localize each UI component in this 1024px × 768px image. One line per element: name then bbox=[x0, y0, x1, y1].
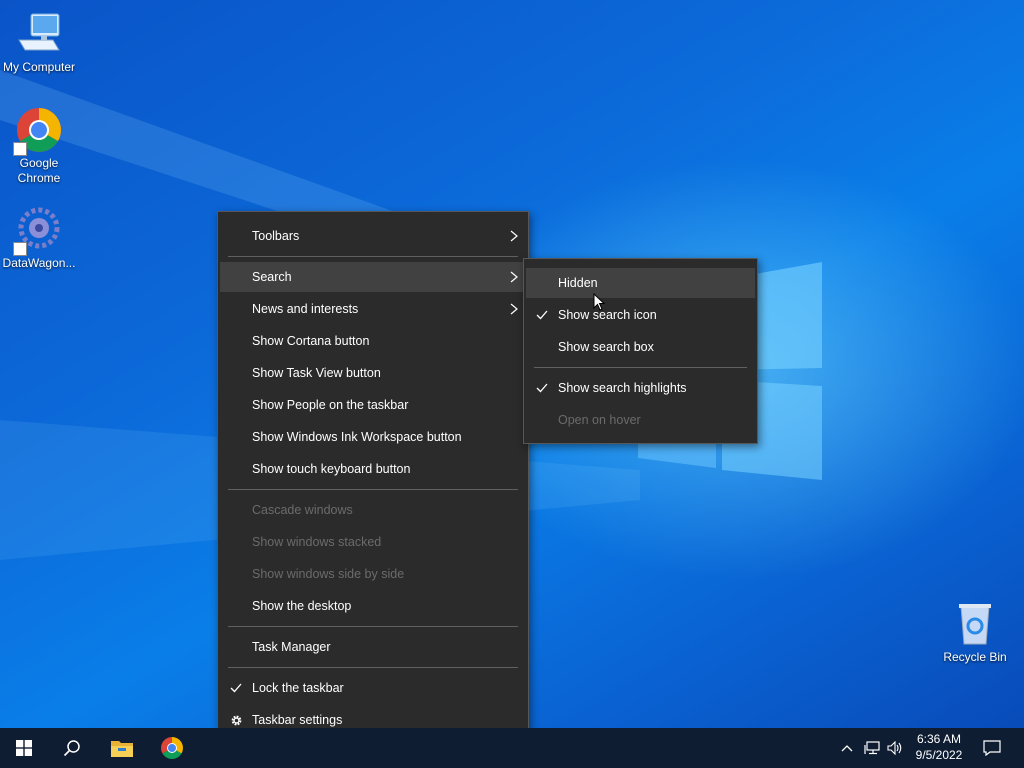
submenu-item-show-search-highlights[interactable]: Show search highlights bbox=[526, 373, 755, 403]
shortcut-arrow-icon bbox=[13, 142, 27, 156]
submenu-separator bbox=[534, 367, 747, 368]
submenu-item-label: Open on hover bbox=[558, 413, 641, 427]
submenu-item-label: Show search highlights bbox=[558, 381, 687, 395]
menu-item-label: Show People on the taskbar bbox=[252, 398, 409, 412]
submenu-item-show-search-box[interactable]: Show search box bbox=[526, 332, 755, 362]
submenu-item-show-search-icon[interactable]: Show search icon bbox=[526, 300, 755, 330]
notification-icon bbox=[983, 740, 1001, 756]
menu-item-toolbars[interactable]: Toolbars bbox=[220, 221, 526, 251]
network-icon bbox=[864, 741, 880, 755]
show-hidden-icons-button[interactable] bbox=[834, 728, 860, 768]
menu-separator bbox=[228, 626, 518, 627]
submenu-item-label: Show search box bbox=[558, 340, 654, 354]
submenu-item-hidden[interactable]: Hidden bbox=[526, 268, 755, 298]
menu-item-label: Lock the taskbar bbox=[252, 681, 344, 695]
menu-item-show-windows-stacked: Show windows stacked bbox=[220, 527, 526, 557]
taskbar-chrome[interactable] bbox=[148, 728, 196, 768]
desktop-icon-label: Google Chrome bbox=[17, 156, 61, 185]
menu-item-label: Show windows stacked bbox=[252, 535, 382, 549]
menu-item-label: Show Cortana button bbox=[252, 334, 370, 348]
menu-item-label: Task Manager bbox=[252, 640, 331, 654]
recycle-bin-icon bbox=[951, 600, 999, 648]
menu-item-label: Show Task View button bbox=[252, 366, 381, 380]
action-center-button[interactable] bbox=[968, 728, 1016, 768]
chevron-right-icon bbox=[510, 262, 518, 292]
menu-item-show-people[interactable]: Show People on the taskbar bbox=[220, 390, 526, 420]
search-icon bbox=[63, 740, 80, 757]
menu-item-lock-the-taskbar[interactable]: Lock the taskbar bbox=[220, 673, 526, 703]
clock-time: 6:36 AM bbox=[916, 732, 962, 746]
speaker-icon bbox=[887, 741, 902, 755]
menu-separator bbox=[228, 667, 518, 668]
menu-item-show-the-desktop[interactable]: Show the desktop bbox=[220, 591, 526, 621]
taskbar-file-explorer[interactable] bbox=[98, 728, 146, 768]
taskbar: 6:36 AM 9/5/2022 bbox=[0, 728, 1024, 768]
menu-item-show-cortana-button[interactable]: Show Cortana button bbox=[220, 326, 526, 356]
desktop-icon-datawagon[interactable]: DataWagon... bbox=[0, 206, 78, 271]
menu-separator bbox=[228, 489, 518, 490]
menu-item-show-windows-ink[interactable]: Show Windows Ink Workspace button bbox=[220, 422, 526, 452]
computer-icon bbox=[15, 10, 63, 58]
desktop-icon-my-computer[interactable]: My Computer bbox=[0, 10, 78, 75]
menu-item-label: Show windows side by side bbox=[252, 567, 405, 581]
network-button[interactable] bbox=[860, 728, 884, 768]
chevron-up-icon bbox=[841, 745, 853, 752]
chevron-right-icon bbox=[510, 221, 518, 251]
desktop-icon-label: Recycle Bin bbox=[943, 650, 1007, 664]
menu-item-label: Show the desktop bbox=[252, 599, 352, 613]
menu-item-label: Show Windows Ink Workspace button bbox=[252, 430, 462, 444]
checkmark-icon bbox=[230, 673, 242, 703]
chrome-icon bbox=[13, 106, 63, 156]
clock-date: 9/5/2022 bbox=[915, 748, 963, 762]
desktop-icon-google-chrome[interactable]: Google Chrome bbox=[0, 106, 78, 186]
menu-item-label: Taskbar settings bbox=[252, 713, 343, 727]
desktop-icon-recycle-bin[interactable]: Recycle Bin bbox=[936, 600, 1014, 665]
checkmark-icon bbox=[536, 373, 548, 403]
taskbar-clock[interactable]: 6:36 AM 9/5/2022 bbox=[904, 731, 974, 763]
submenu-item-label: Hidden bbox=[558, 276, 598, 290]
chevron-right-icon bbox=[510, 294, 518, 324]
search-submenu: Hidden Show search icon Show search box … bbox=[523, 258, 758, 444]
checkmark-icon bbox=[536, 300, 548, 330]
datawagon-icon bbox=[13, 206, 63, 256]
chrome-icon bbox=[161, 737, 183, 759]
desktop-icon-label: My Computer bbox=[2, 60, 76, 74]
start-icon bbox=[16, 740, 32, 756]
mouse-pointer-icon bbox=[593, 293, 605, 311]
menu-item-cascade-windows: Cascade windows bbox=[220, 495, 526, 525]
menu-item-label: Search bbox=[252, 270, 292, 284]
menu-item-show-windows-side-by-side: Show windows side by side bbox=[220, 559, 526, 589]
shortcut-arrow-icon bbox=[13, 242, 27, 256]
menu-item-label: Toolbars bbox=[252, 229, 300, 243]
desktop-icon-label: DataWagon... bbox=[2, 256, 76, 270]
submenu-item-label: Show search icon bbox=[558, 308, 657, 322]
menu-item-label: Show touch keyboard button bbox=[252, 462, 411, 476]
file-explorer-icon bbox=[111, 741, 133, 757]
menu-item-show-touch-keyboard[interactable]: Show touch keyboard button bbox=[220, 454, 526, 484]
menu-item-label: News and interests bbox=[252, 302, 359, 316]
menu-item-news-and-interests[interactable]: News and interests bbox=[220, 294, 526, 324]
volume-button[interactable] bbox=[884, 728, 906, 768]
taskbar-search-button[interactable] bbox=[48, 728, 96, 768]
start-button[interactable] bbox=[0, 728, 48, 768]
taskbar-context-menu: Toolbars Search News and interests Show … bbox=[217, 211, 529, 745]
menu-separator bbox=[228, 256, 518, 257]
submenu-item-open-on-hover: Open on hover bbox=[526, 405, 755, 435]
menu-item-task-manager[interactable]: Task Manager bbox=[220, 632, 526, 662]
menu-item-label: Cascade windows bbox=[252, 503, 353, 517]
menu-item-show-task-view-button[interactable]: Show Task View button bbox=[220, 358, 526, 388]
menu-item-search[interactable]: Search bbox=[220, 262, 526, 292]
